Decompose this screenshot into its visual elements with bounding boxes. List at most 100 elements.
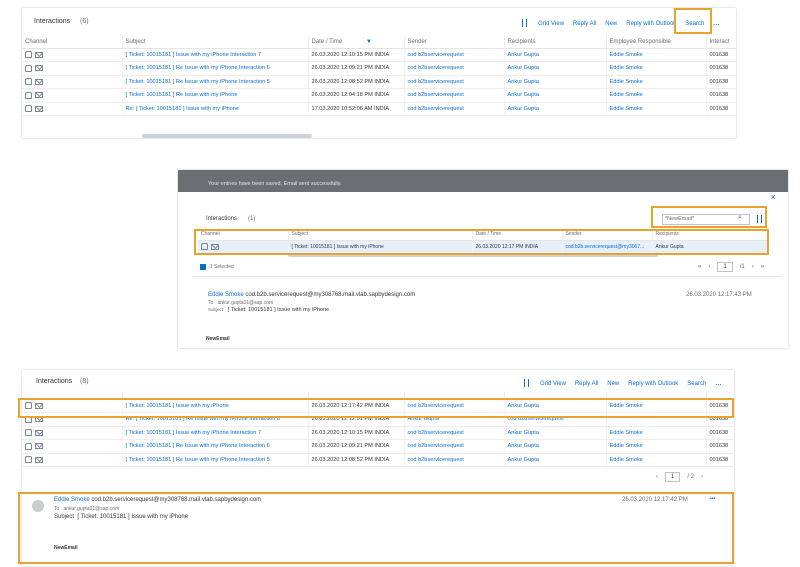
next-page-icon[interactable]: › bbox=[701, 474, 703, 480]
subject-link[interactable]: [ Ticket: 10015181 ] Re Issue with my iP… bbox=[122, 75, 309, 89]
employee-link[interactable]: Eddie Smoke bbox=[606, 61, 707, 76]
employee-link[interactable]: Eddie Smoke bbox=[606, 48, 707, 62]
column-header-subject[interactable]: Subject bbox=[122, 36, 309, 49]
subject-link[interactable]: [ Ticket: 10015181 ] Issue with my iPhon… bbox=[122, 48, 309, 62]
column-header-recipients[interactable]: Recipients bbox=[652, 228, 769, 241]
column-header-channel[interactable]: Channel bbox=[22, 36, 123, 49]
subject-link[interactable]: [ Ticket: 10015181 ] Re Issue with my iP… bbox=[122, 453, 309, 467]
reply-all-button[interactable]: Reply All bbox=[573, 21, 596, 27]
column-header-subject[interactable] bbox=[122, 392, 309, 400]
employee-link[interactable]: Eddie Smoke bbox=[606, 102, 707, 116]
table-row[interactable]: [ Ticket: 10015181 ] Issue with my iPhon… bbox=[22, 48, 736, 62]
table-row[interactable]: [ Ticket: 10015181 ] Re Issue with my iP… bbox=[22, 75, 736, 89]
recipient-link[interactable]: Ankur Gupta bbox=[504, 399, 607, 413]
column-header-subject[interactable]: Subject bbox=[288, 228, 473, 241]
select-checkbox[interactable] bbox=[200, 264, 206, 270]
subject-cell[interactable]: [ Ticket: 10015181 ] Issue with my iPhon… bbox=[288, 240, 473, 254]
table-row[interactable]: [ Ticket: 10015181 ] Re Issue with my iP… bbox=[22, 88, 736, 103]
sort-icon[interactable] bbox=[520, 19, 529, 28]
employee-link[interactable]: Eddie Smoke bbox=[606, 453, 707, 467]
column-header-recipients[interactable] bbox=[504, 392, 607, 400]
recipient-link[interactable]: cod b2bservicerequest bbox=[504, 412, 607, 427]
recipient-cell[interactable]: Ankur Gupta bbox=[652, 240, 769, 254]
recipient-link[interactable]: Ankur Gupta bbox=[504, 88, 607, 103]
close-icon[interactable]: × bbox=[771, 192, 776, 202]
table-row[interactable]: [ Ticket: 10015181 ] Issue with my iPhon… bbox=[22, 426, 734, 440]
column-header-date[interactable] bbox=[308, 392, 405, 400]
first-page-icon[interactable]: « bbox=[698, 264, 701, 270]
column-header-sender[interactable]: Sender bbox=[562, 228, 653, 241]
employee-link[interactable]: Eddie Smoke bbox=[606, 75, 707, 89]
table-row[interactable]: [ Ticket: 10015181 ] Re Issue with my iP… bbox=[22, 61, 736, 76]
table-row[interactable]: Re: [ Ticket: 10015181 ] Issue with my i… bbox=[22, 102, 736, 116]
column-header-employee[interactable] bbox=[606, 392, 707, 400]
employee-link[interactable]: Eddie Smoke bbox=[606, 88, 707, 103]
employee-link[interactable]: Eddie Smoke bbox=[606, 439, 707, 454]
column-header-channel[interactable] bbox=[22, 392, 123, 400]
horizontal-scrollbar[interactable] bbox=[288, 254, 658, 257]
column-header-recipients[interactable]: Recipients bbox=[504, 36, 607, 49]
email-more-icon[interactable]: ••• bbox=[710, 496, 715, 502]
recipient-link[interactable]: Ankur Gupta bbox=[504, 453, 607, 467]
sender-link[interactable]: cod b2bservicerequest bbox=[404, 399, 505, 413]
sender-name-link[interactable]: Eddie Smoke bbox=[208, 292, 244, 298]
sender-link[interactable]: cod b2bservicerequest bbox=[404, 453, 505, 467]
grid-view-button[interactable]: Grid View bbox=[540, 381, 566, 387]
column-header-interaction[interactable] bbox=[706, 392, 734, 400]
table-row[interactable]: [ Ticket: 10015181 ] Re Issue with my iP… bbox=[22, 453, 734, 467]
next-page-icon[interactable]: › bbox=[752, 264, 754, 270]
table-row-selected[interactable]: [ Ticket: 10015181 ] Issue with my iPhon… bbox=[198, 240, 769, 254]
subject-link[interactable]: Re: [ Ticket: 10015181 ] Issue with my i… bbox=[122, 102, 309, 116]
sender-link[interactable]: Ankur Gupta bbox=[404, 412, 505, 427]
new-button[interactable]: New bbox=[605, 21, 617, 27]
column-header-date[interactable]: Date / Time bbox=[472, 228, 563, 241]
column-header-channel[interactable]: Channel bbox=[198, 228, 289, 241]
last-page-icon[interactable]: » bbox=[761, 264, 764, 270]
filter-icon[interactable]: ▼ bbox=[366, 39, 372, 45]
sender-link[interactable]: cod b2bservicerequest bbox=[404, 102, 505, 116]
subject-link[interactable]: [ Ticket: 10015181 ] Re Issue with my iP… bbox=[122, 439, 309, 454]
sender-link[interactable]: cod.b2b.servicerequest@my3067... bbox=[562, 240, 653, 254]
column-header-sender[interactable]: Sender bbox=[404, 36, 505, 49]
sender-link[interactable]: cod b2bservicerequest bbox=[404, 439, 505, 454]
column-header-employee[interactable]: Employee Responsible bbox=[606, 36, 707, 49]
subject-link[interactable]: Re: [ Ticket: 10015181 ] Re Issue with m… bbox=[122, 412, 309, 427]
subject-link[interactable]: [ Ticket: 10015181 ] Issue with my iPhon… bbox=[122, 426, 309, 440]
table-row-new[interactable]: [ Ticket: 10015181 ] Issue with my iPhon… bbox=[22, 399, 734, 413]
page-input[interactable]: 1 bbox=[717, 262, 733, 272]
recipient-link[interactable]: Ankur Gupta bbox=[504, 48, 607, 62]
recipient-link[interactable]: Ankur Gupta bbox=[504, 439, 607, 454]
more-icon[interactable]: ... bbox=[715, 381, 722, 387]
table-row[interactable]: [ Ticket: 10015181 ] Re Issue with my iP… bbox=[22, 439, 734, 454]
page-input[interactable]: 1 bbox=[665, 472, 681, 482]
sender-name-link[interactable]: Eddie Smoke bbox=[54, 497, 90, 503]
employee-link[interactable]: Eddie Smoke bbox=[606, 426, 707, 440]
column-header-interaction[interactable]: Interact bbox=[706, 36, 736, 49]
sender-link[interactable]: cod b2bservicerequest bbox=[404, 88, 505, 103]
recipient-link[interactable]: Ankur Gupta bbox=[504, 426, 607, 440]
reply-all-button[interactable]: Reply All bbox=[575, 381, 598, 387]
subject-link[interactable]: [ Ticket: 10015181 ] Re Issue with my iP… bbox=[122, 61, 309, 76]
search-button[interactable]: Search bbox=[687, 381, 706, 387]
recipient-link[interactable]: Ankur Gupta bbox=[504, 102, 607, 116]
horizontal-scrollbar[interactable] bbox=[142, 134, 312, 138]
table-row[interactable]: Re: [ Ticket: 10015181 ] Re Issue with m… bbox=[22, 412, 734, 427]
column-header-sender[interactable] bbox=[404, 392, 505, 400]
prev-page-icon[interactable]: ‹ bbox=[656, 474, 658, 480]
search-input[interactable]: *NewEmail* bbox=[662, 214, 750, 225]
column-header-date[interactable]: Date / Time ▼ bbox=[308, 36, 405, 49]
search-icon[interactable]: ⌕ bbox=[738, 214, 742, 222]
employee-link[interactable]: Eddie Smoke bbox=[606, 399, 707, 413]
search-button[interactable]: Search bbox=[685, 21, 704, 27]
subject-link[interactable]: [ Ticket: 10015181 ] Re Issue with my iP… bbox=[122, 88, 309, 103]
sender-link[interactable]: cod b2bservicerequest bbox=[404, 61, 505, 76]
prev-page-icon[interactable]: ‹ bbox=[708, 264, 710, 270]
subject-link[interactable]: [ Ticket: 10015181 ] Issue with my iPhon… bbox=[122, 399, 309, 413]
grid-view-button[interactable]: Grid View bbox=[538, 21, 564, 27]
sort-icon[interactable] bbox=[755, 215, 764, 224]
sender-link[interactable]: cod b2bservicerequest bbox=[404, 75, 505, 89]
reply-with-outlook-button[interactable]: Reply with Outlook bbox=[626, 21, 676, 27]
sender-link[interactable]: cod b2bservicerequest bbox=[404, 48, 505, 62]
more-icon[interactable]: ... bbox=[713, 21, 720, 27]
sort-icon[interactable] bbox=[522, 379, 531, 388]
